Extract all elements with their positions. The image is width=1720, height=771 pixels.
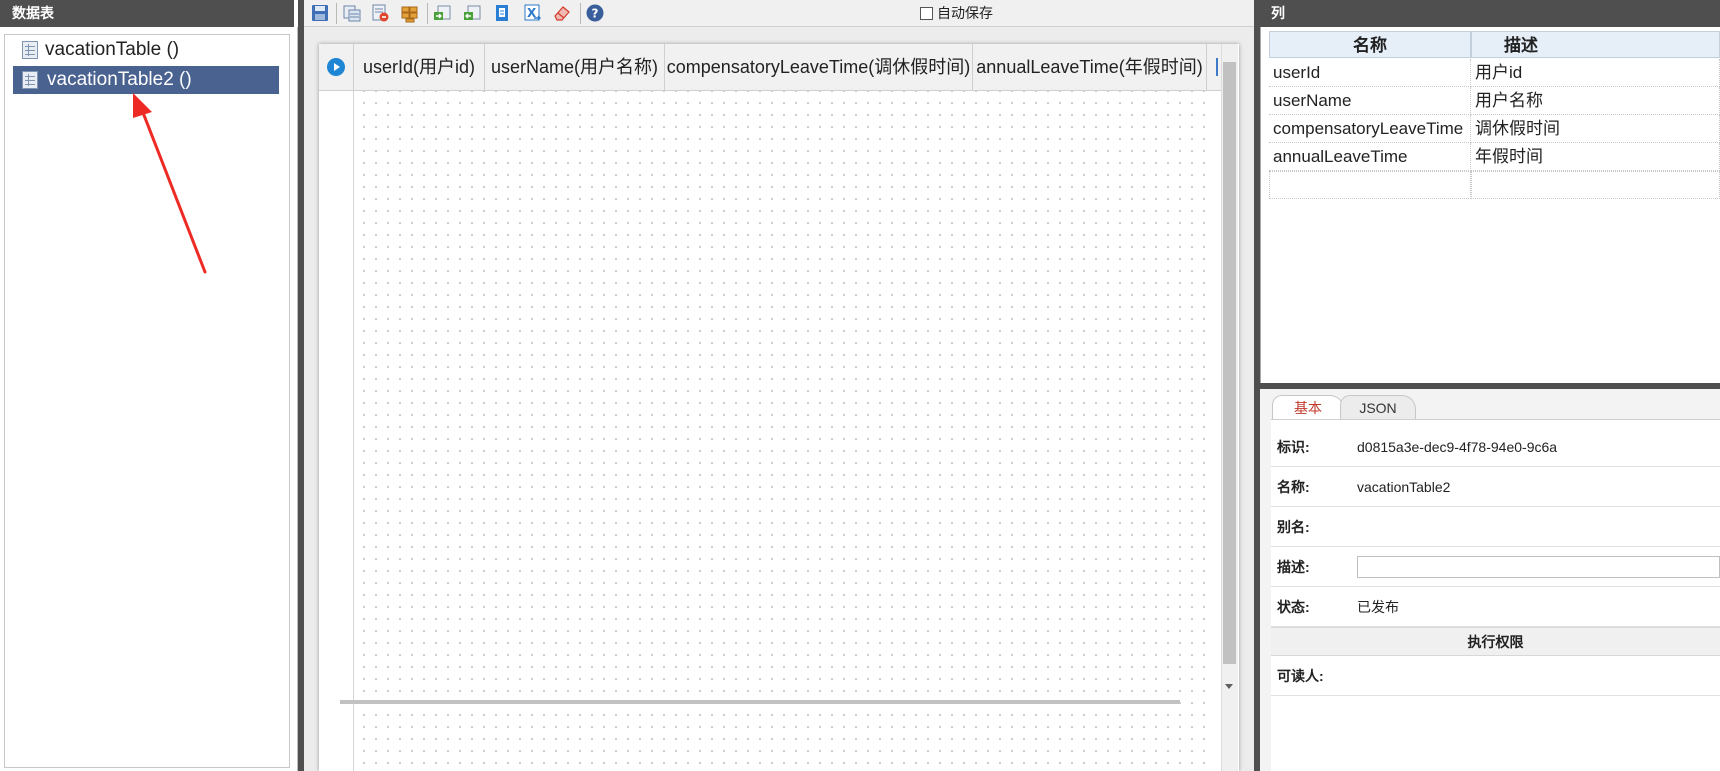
vertical-scrollbar-thumb[interactable] [1223, 62, 1236, 664]
autosave-checkbox[interactable] [920, 6, 933, 20]
export-icon[interactable] [463, 3, 483, 23]
table-item-vacationtable2[interactable]: vacationTable2 () [13, 66, 279, 94]
prop-label-desc: 描述: [1277, 559, 1310, 575]
column-cell-desc[interactable]: 用户id [1471, 59, 1720, 87]
table-icon [22, 71, 38, 89]
table-item-label: vacationTable2 () [47, 69, 192, 90]
bricks-icon[interactable] [400, 3, 420, 23]
copy-table-icon[interactable] [342, 3, 362, 23]
prop-value-id: d0815a3e-dec9-4f78-94e0-9c6a [1357, 439, 1558, 455]
columns-panel-title: 列 [1260, 0, 1720, 27]
permission-section-header: 执行权限 [1271, 627, 1720, 656]
column-cell-new-desc[interactable] [1471, 171, 1720, 199]
toolbar-separator [336, 3, 337, 24]
prop-row-empty [1271, 696, 1720, 771]
column-header-annualleavetime[interactable]: annualLeaveTime(年假时间) [973, 44, 1207, 91]
autosave-toggle[interactable]: 自动保存 [920, 4, 993, 22]
prop-row-alias: 别名: [1271, 507, 1720, 547]
column-cell-desc[interactable]: 用户名称 [1471, 87, 1720, 115]
table-icon [22, 41, 38, 59]
toolbar-separator [427, 3, 428, 24]
column-header-username[interactable]: userName(用户名称) [485, 44, 665, 91]
prop-label-id: 标识: [1277, 439, 1310, 455]
table-item-vacationtable[interactable]: vacationTable () [11, 36, 293, 64]
toolbar: X ? 自动保存 [304, 0, 1254, 27]
columns-header-desc: 描述 [1471, 31, 1720, 58]
play-icon[interactable] [327, 58, 345, 76]
table-list [4, 34, 290, 768]
column-header-compensatoryleavetime[interactable]: compensatoryLeaveTime(调休假时间) [665, 44, 973, 91]
prop-label-alias: 别名: [1277, 519, 1310, 535]
table-item-label: vacationTable () [45, 39, 180, 60]
run-cell[interactable] [319, 44, 354, 91]
column-cell-desc[interactable]: 调休假时间 [1471, 115, 1720, 143]
toolbar-separator [580, 3, 581, 24]
column-cell-desc[interactable]: 年假时间 [1471, 143, 1720, 171]
column-cell-name[interactable]: compensatoryLeaveTime [1269, 115, 1471, 143]
left-panel-title: 数据表 [0, 0, 294, 27]
prop-label-readers: 可读人: [1277, 668, 1324, 684]
excel-icon[interactable]: X [522, 3, 542, 23]
document-icon[interactable] [492, 3, 512, 23]
save-icon[interactable] [310, 3, 330, 23]
horizontal-scrollbar-thumb[interactable] [340, 700, 1180, 704]
prop-label-status: 状态: [1277, 599, 1310, 615]
import-icon[interactable] [433, 3, 453, 23]
tab-json[interactable]: JSON [1340, 395, 1416, 419]
svg-text:?: ? [592, 7, 599, 21]
column-cell-name[interactable]: userId [1269, 59, 1471, 87]
prop-row-readers: 可读人: [1271, 656, 1720, 696]
tab-basic[interactable]: 基本 [1272, 395, 1344, 419]
column-cell-name[interactable]: userName [1269, 87, 1471, 115]
grid-body[interactable] [354, 91, 1207, 771]
autosave-label: 自动保存 [937, 5, 993, 21]
column-cell-name[interactable]: annualLeaveTime [1269, 143, 1471, 171]
column-cell-new-name[interactable] [1269, 171, 1471, 199]
scroll-down-icon[interactable] [1221, 678, 1238, 695]
row-selector-strip [319, 91, 354, 771]
eraser-icon[interactable] [552, 3, 572, 23]
desc-input[interactable] [1357, 556, 1720, 578]
column-header-userid[interactable]: userId(用户id) [354, 44, 485, 91]
prop-value-status: 已发布 [1357, 599, 1399, 615]
columns-header-name: 名称 [1269, 31, 1471, 58]
prop-row-status: 状态: 已发布 [1271, 587, 1720, 627]
delete-table-icon[interactable] [370, 3, 390, 23]
prop-row-id: 标识: d0815a3e-dec9-4f78-94e0-9c6a [1271, 427, 1720, 467]
prop-label-name: 名称: [1277, 479, 1310, 495]
prop-value-name: vacationTable2 [1357, 479, 1451, 495]
help-icon[interactable]: ? [585, 3, 605, 23]
column-resize-marker [1216, 58, 1218, 76]
prop-row-name: 名称: vacationTable2 [1271, 467, 1720, 507]
